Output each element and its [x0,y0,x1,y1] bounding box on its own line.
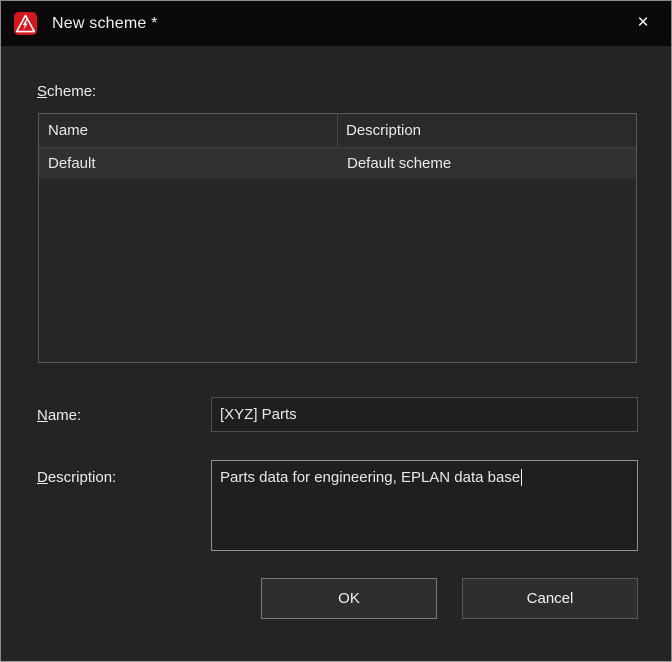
scheme-table-header: Name Description [39,114,636,148]
name-input[interactable] [211,397,638,432]
scheme-label: Scheme: [37,81,96,102]
column-header-description: Description [338,114,636,147]
titlebar: New scheme * × [1,1,671,46]
new-scheme-dialog: New scheme * × Scheme: Name Description … [0,0,672,662]
scheme-table: Name Description Default Default scheme [38,113,637,363]
eplan-logo-icon [14,12,37,35]
close-icon: × [637,13,648,32]
window-title: New scheme * [52,15,158,33]
name-label: Name: [37,405,81,426]
description-text: Parts data for engineering, EPLAN data b… [220,469,520,486]
table-row[interactable]: Default Default scheme [39,148,636,179]
cancel-button[interactable]: Cancel [462,578,638,619]
ok-button[interactable]: OK [261,578,437,619]
column-header-name: Name [39,114,338,147]
description-textarea[interactable]: Parts data for engineering, EPLAN data b… [211,460,638,551]
cell-scheme-description: Default scheme [339,148,636,179]
close-button[interactable]: × [623,5,663,39]
description-label: Description: [37,467,116,488]
text-cursor [521,469,522,486]
cell-scheme-name: Default [39,148,339,179]
